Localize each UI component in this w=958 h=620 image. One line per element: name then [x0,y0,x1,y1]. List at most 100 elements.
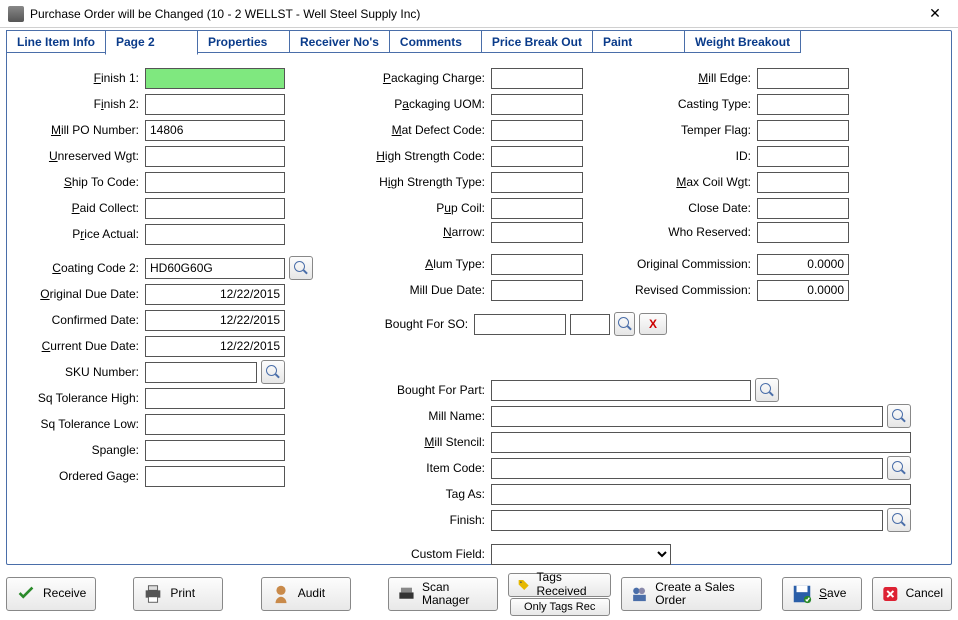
tab-weight-breakout[interactable]: Weight Breakout [684,30,801,53]
paid-field[interactable] [145,198,285,219]
hstype-field[interactable] [491,172,583,193]
cancel-label: Cancel [906,587,943,600]
save-button[interactable]: Save [782,577,862,611]
finishw-label: Finish: [367,513,491,527]
narrow-field[interactable] [491,222,583,243]
origcomm-field[interactable] [757,254,849,275]
search-icon [266,365,280,379]
close-icon[interactable]: ✕ [920,4,950,24]
milledge-field[interactable] [757,68,849,89]
search-icon [760,383,774,397]
revcomm-field[interactable] [757,280,849,301]
ordgage-field[interactable] [145,466,285,487]
pkgcharge-label: Packaging Charge: [367,71,491,85]
confdate-field[interactable] [145,310,285,331]
audit-icon [270,583,292,605]
tagas-field[interactable] [491,484,911,505]
save-label: Save [819,587,846,600]
search-icon [892,461,906,475]
tags-label: Tags Received [537,571,603,597]
coating2-label: Coating Code 2: [25,261,145,275]
custom-label: Custom Field: [367,547,491,561]
shipto-field[interactable] [145,172,285,193]
hscode-field[interactable] [491,146,583,167]
tab-properties[interactable]: Properties [197,30,290,53]
print-button[interactable]: Print [133,577,223,611]
printer-icon [142,583,164,605]
tags-received-button[interactable]: Tags Received [508,573,611,597]
pkgcharge-field[interactable] [491,68,583,89]
receive-label: Receive [43,587,86,600]
milldue-field[interactable] [491,280,583,301]
closedate-field[interactable] [757,198,849,219]
sku-lookup-button[interactable] [261,360,285,384]
currdue-field[interactable] [145,336,285,357]
temper-label: Temper Flag: [607,123,757,137]
origdue-field[interactable] [145,284,285,305]
casting-label: Casting Type: [607,97,757,111]
id-field[interactable] [757,146,849,167]
create-sales-order-button[interactable]: Create a Sales Order [621,577,762,611]
revcomm-label: Revised Commission: [607,283,757,297]
tab-paint[interactable]: Paint [592,30,685,53]
cancel-button[interactable]: Cancel [872,577,952,611]
receive-button[interactable]: Receive [6,577,96,611]
millpo-field[interactable] [145,120,285,141]
finish2-field[interactable] [145,94,285,115]
finishw-lookup-button[interactable] [887,508,911,532]
maxcoil-field[interactable] [757,172,849,193]
matdefect-field[interactable] [491,120,583,141]
tollow-field[interactable] [145,414,285,435]
millname-lookup-button[interactable] [887,404,911,428]
unreserved-field[interactable] [145,146,285,167]
casting-field[interactable] [757,94,849,115]
tab-page-2[interactable]: Page 2 [105,30,198,55]
spangle-label: Spangle: [25,443,145,457]
alum-field[interactable] [491,254,583,275]
tab-comments[interactable]: Comments [389,30,482,53]
tab-line-item-info[interactable]: Line Item Info [6,30,106,53]
boughtpart-lookup-button[interactable] [755,378,779,402]
tab-receiver-nos[interactable]: Receiver No's [289,30,390,53]
boughtso-lookup-button[interactable] [614,312,635,336]
pkguom-field[interactable] [491,94,583,115]
save-icon [791,583,813,605]
coating2-lookup-button[interactable] [289,256,313,280]
search-icon [618,317,632,331]
priceactual-field[interactable] [145,224,285,245]
whores-field[interactable] [757,222,849,243]
pup-label: Pup Coil: [367,201,491,215]
itemcode-lookup-button[interactable] [887,456,911,480]
column-right: Mill Edge: Casting Type: Temper Flag: ID… [607,65,867,303]
ordgage-label: Ordered Gage: [25,469,145,483]
millpo-label: Mill PO Number: [25,123,145,137]
boughtso-field[interactable] [474,314,566,335]
pup-field[interactable] [491,198,583,219]
only-tags-rec-button[interactable]: Only Tags Rec [510,598,610,616]
itemcode-label: Item Code: [367,461,491,475]
boughtpart-field[interactable] [491,380,751,401]
custom-select[interactable] [491,544,671,565]
search-icon [892,409,906,423]
itemcode-field[interactable] [491,458,883,479]
print-label: Print [170,587,195,600]
boughtso-line-field[interactable] [570,314,610,335]
origdue-label: Original Due Date: [25,287,145,301]
scan-manager-button[interactable]: Scan Manager [388,577,498,611]
window-title: Purchase Order will be Changed (10 - 2 W… [30,7,920,21]
coating2-field[interactable] [145,258,285,279]
createso-label: Create a Sales Order [655,581,753,607]
tab-price-break-out[interactable]: Price Break Out [481,30,593,53]
millname-field[interactable] [491,406,883,427]
boughtso-clear-button[interactable]: X [639,313,667,335]
tolhigh-field[interactable] [145,388,285,409]
finish1-field[interactable] [145,68,285,89]
finishw-field[interactable] [491,510,883,531]
spangle-field[interactable] [145,440,285,461]
audit-button[interactable]: Audit [261,577,351,611]
millstencil-field[interactable] [491,432,911,453]
sku-field[interactable] [145,362,257,383]
temper-field[interactable] [757,120,849,141]
millstencil-label: Mill Stencil: [367,435,491,449]
tagas-label: Tag As: [367,487,491,501]
